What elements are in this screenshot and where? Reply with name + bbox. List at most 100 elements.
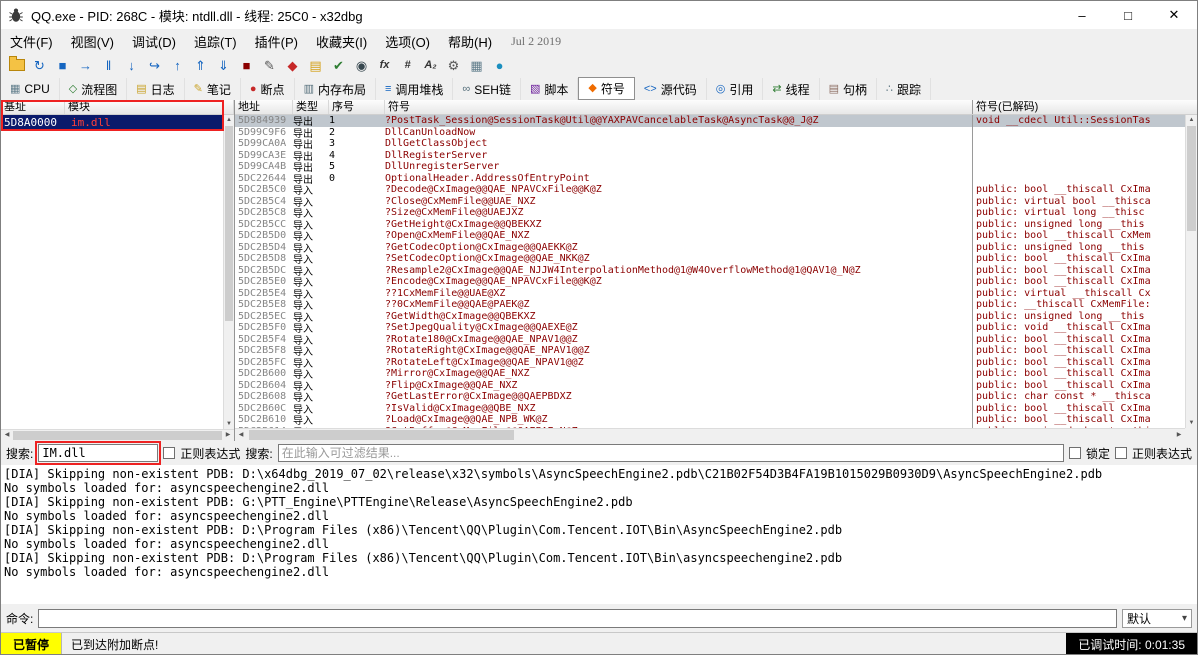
az-icon[interactable]: A₂	[419, 55, 442, 76]
hash-icon[interactable]: #	[396, 55, 419, 76]
menu-item[interactable]: 插件(P)	[246, 29, 307, 53]
tab-cpu[interactable]: ▦ CPU	[1, 78, 60, 100]
minimize-button[interactable]: –	[1059, 1, 1105, 29]
symbol-row[interactable]: 5DC2B5F4 导入 ?Rotate180@CxImage@@QAE_NPAV…	[235, 334, 1185, 346]
symbol-row[interactable]: 5DC2B5C8 导入 ?Size@CxMemFile@@UAEJXZ publ…	[235, 207, 1185, 219]
patch-icon[interactable]: ✎	[258, 55, 281, 76]
run-to-user-code-icon[interactable]: ⇑	[189, 55, 212, 76]
symbol-row[interactable]: 5DC2B600 导入 ?Mirror@CxImage@@QAE_NXZ pub…	[235, 368, 1185, 380]
symbol-row[interactable]: 5DC2B5C0 导入 ?Decode@CxImage@@QAE_NPAVCxF…	[235, 184, 1185, 196]
tab-memory-map[interactable]: ▥ 内存布局	[295, 78, 376, 100]
menu-item[interactable]: 收藏夹(I)	[307, 29, 376, 53]
symbols-header-address[interactable]: 地址	[235, 100, 293, 114]
tab-notes[interactable]: ✎ 笔记	[185, 78, 241, 100]
restart-icon[interactable]: ↻	[28, 55, 51, 76]
tab-references[interactable]: ◎ 引用	[707, 78, 764, 100]
menu-item[interactable]: 调试(D)	[123, 29, 185, 53]
symbol-row[interactable]: 5D99CA3E 导出 4 DllRegisterServer	[235, 150, 1185, 162]
symbol-row[interactable]: 5DC2B60C 导入 ?IsValid@CxImage@@QBE_NXZ pu…	[235, 403, 1185, 415]
scroll-down-icon[interactable]: ▼	[224, 419, 234, 429]
menu-item[interactable]: 帮助(H)	[439, 29, 501, 53]
check-icon[interactable]: ✔	[327, 55, 350, 76]
symbols-header-type[interactable]: 类型	[293, 100, 329, 114]
regex-checkbox-modules[interactable]	[163, 447, 175, 459]
symbols-hscroll-thumb[interactable]	[249, 430, 514, 440]
symbol-row[interactable]: 5DC2B5D8 导入 ?SetCodecOption@CxImage@@QAE…	[235, 253, 1185, 265]
titlebar[interactable]: QQ.exe - PID: 268C - 模块: ntdll.dll - 线程:…	[1, 1, 1197, 30]
modules-hscroll-thumb[interactable]	[13, 431, 222, 440]
symbols-header-symbol[interactable]: 符号	[385, 100, 972, 114]
animate-into-icon[interactable]: ⇓	[212, 55, 235, 76]
execute-till-return-icon[interactable]: ↑	[166, 55, 189, 76]
symbols-header-decoded[interactable]: 符号(已解码)	[972, 100, 1185, 114]
modules-vscroll-thumb[interactable]	[225, 126, 233, 321]
symbol-row[interactable]: 5DC2B5E8 导入 ??0CxMemFile@@QAE@PAEK@Z pub…	[235, 299, 1185, 311]
tab-symbols[interactable]: ◆ 符号	[578, 77, 634, 100]
menu-item[interactable]: 追踪(T)	[185, 29, 246, 53]
symbol-filter-input[interactable]	[278, 444, 1064, 462]
scroll-up-icon[interactable]: ▲	[1186, 115, 1197, 125]
tab-script[interactable]: ▧ 脚本	[521, 78, 578, 100]
profile-dropdown[interactable]: 默认 ▾	[1122, 609, 1192, 628]
scroll-right-icon[interactable]: ▶	[1174, 431, 1184, 440]
symbol-row[interactable]: 5DC22644 导出 0 OptionalHeader.AddressOfEn…	[235, 173, 1185, 185]
module-search-input[interactable]	[38, 444, 158, 462]
menu-item[interactable]: 文件(F)	[1, 29, 62, 53]
module-row[interactable]: 5D8A0000 im.dll	[1, 115, 223, 129]
tab-threads[interactable]: ⇄ 线程	[763, 78, 819, 100]
close-button[interactable]: ✕	[1151, 1, 1197, 29]
symbols-hscrollbar[interactable]: ◀ ▶	[235, 428, 1185, 441]
symbol-row[interactable]: 5DC2B608 导入 ?GetLastError@CxImage@@QAEPB…	[235, 391, 1185, 403]
symbol-row[interactable]: 5DC2B604 导入 ?Flip@CxImage@@QAE_NXZ publi…	[235, 380, 1185, 392]
lock-checkbox[interactable]	[1069, 447, 1081, 459]
symbol-row[interactable]: 5D99CA0A 导出 3 DllGetClassObject	[235, 138, 1185, 150]
step-over-icon[interactable]: ↪	[143, 55, 166, 76]
tab-breakpoints[interactable]: ● 断点	[241, 78, 295, 100]
settings-icon[interactable]: ⚙	[442, 55, 465, 76]
close-debuggee-icon[interactable]: ■	[51, 55, 74, 76]
symbols-vscroll-thumb[interactable]	[1187, 126, 1196, 231]
scroll-up-icon[interactable]: ▲	[224, 115, 234, 125]
command-input[interactable]	[38, 609, 1117, 628]
symbol-row[interactable]: 5DC2B5C4 导入 ?Close@CxMemFile@@UAE_NXZ pu…	[235, 196, 1185, 208]
symbol-row[interactable]: 5DC2B610 导入 ?Load@CxImage@@QAE_NPB_WK@Z …	[235, 414, 1185, 426]
symbol-row[interactable]: 5D984939 导出 1 ?PostTask_Session@SessionT…	[235, 115, 1185, 127]
scroll-down-icon[interactable]: ▼	[1186, 418, 1197, 428]
comment-icon[interactable]: ▤	[304, 55, 327, 76]
menu-item[interactable]: 视图(V)	[62, 29, 123, 53]
globe-icon[interactable]: ●	[488, 55, 511, 76]
maximize-button[interactable]: □	[1105, 1, 1151, 29]
symbol-row[interactable]: 5DC2B5DC 导入 ?Resample2@CxImage@@QAE_NJJW…	[235, 265, 1185, 277]
pause-icon[interactable]: ‖	[97, 55, 120, 76]
symbol-row[interactable]: 5DC2B5F0 导入 ?SetJpegQuality@CxImage@@QAE…	[235, 322, 1185, 334]
symbol-row[interactable]: 5DC2B5FC 导入 ?RotateLeft@CxImage@@QAE_NPA…	[235, 357, 1185, 369]
symbol-row[interactable]: 5DC2B5F8 导入 ?RotateRight@CxImage@@QAE_NP…	[235, 345, 1185, 357]
tab-graph[interactable]: ◇ 流程图	[60, 78, 127, 100]
symbols-vscrollbar[interactable]: ▲ ▼	[1185, 115, 1197, 428]
run-icon[interactable]: →	[74, 55, 97, 76]
tab-seh[interactable]: ∞ SEH链	[453, 78, 521, 100]
modules-hscrollbar[interactable]: ◀ ▶	[1, 429, 234, 441]
tab-trace[interactable]: ∴ 跟踪	[877, 78, 931, 100]
symbol-row[interactable]: 5DC2B5CC 导入 ?GetHeight@CxImage@@QBEKXZ p…	[235, 219, 1185, 231]
modules-header-module[interactable]: 模块	[65, 100, 234, 114]
search-icon[interactable]: ◉	[350, 55, 373, 76]
modules-vscrollbar[interactable]: ▲ ▼	[223, 115, 234, 429]
symbol-row[interactable]: 5DC2B5D0 导入 ?Open@CxMemFile@@QAE_NXZ pub…	[235, 230, 1185, 242]
tab-log[interactable]: ▤ 日志	[127, 78, 184, 100]
regex-checkbox-symbols[interactable]	[1115, 447, 1127, 459]
scroll-left-icon[interactable]: ◀	[2, 431, 12, 440]
tab-call-stack[interactable]: ≡ 调用堆栈	[376, 78, 453, 100]
symbol-row[interactable]: 5D99CA4B 导出 5 DllUnregisterServer	[235, 161, 1185, 173]
symbol-row[interactable]: 5DC2B5E4 导入 ??1CxMemFile@@UAE@XZ public:…	[235, 288, 1185, 300]
breakpoint-icon[interactable]: ■	[235, 55, 258, 76]
fx-icon[interactable]: fx	[373, 55, 396, 76]
symbol-row[interactable]: 5DC2B5D4 导入 ?GetCodecOption@CxImage@@QAE…	[235, 242, 1185, 254]
symbol-row[interactable]: 5DC2B5EC 导入 ?GetWidth@CxImage@@QBEKXZ pu…	[235, 311, 1185, 323]
open-file-icon[interactable]	[5, 55, 28, 76]
modules-header-base[interactable]: 基址	[1, 100, 65, 114]
menu-item[interactable]: 选项(O)	[376, 29, 439, 53]
tab-handles[interactable]: ▤ 句柄	[820, 78, 877, 100]
symbol-row[interactable]: 5DC2B5E0 导入 ?Encode@CxImage@@QAE_NPAVCxF…	[235, 276, 1185, 288]
calculator-icon[interactable]: ▦	[465, 55, 488, 76]
